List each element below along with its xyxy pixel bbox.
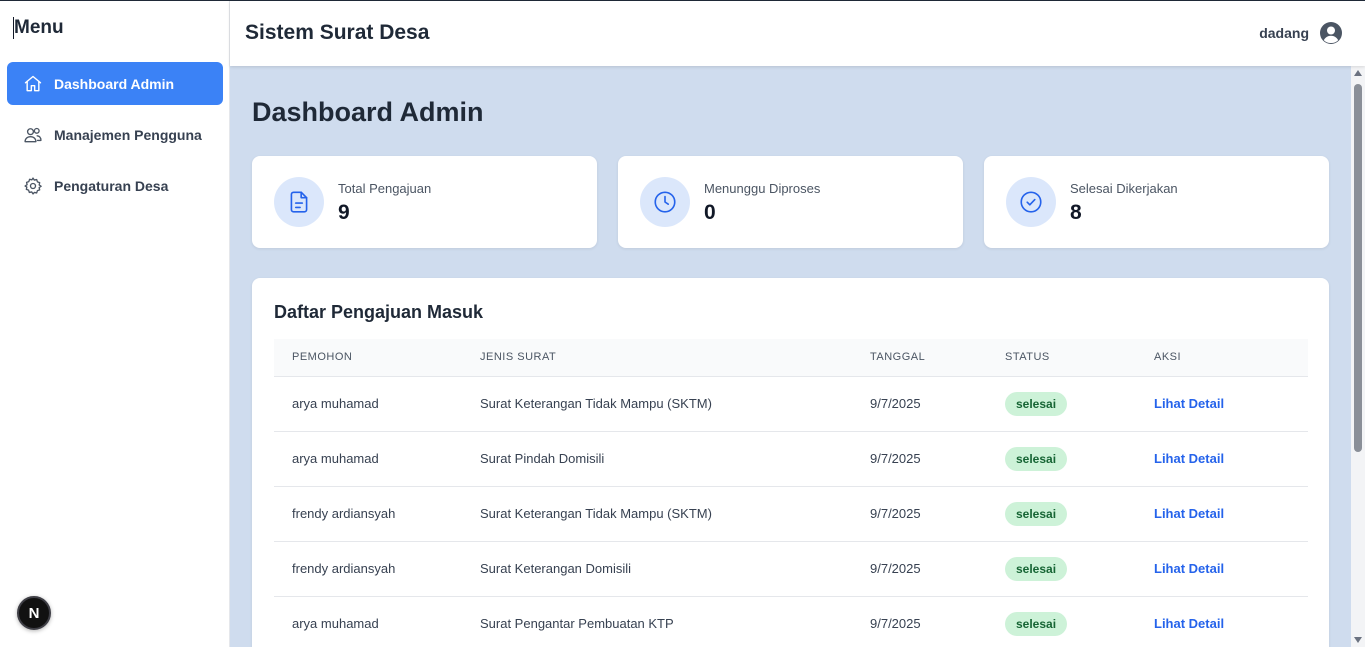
status-badge: selesai bbox=[1005, 501, 1068, 526]
table-header-row: PEMOHON JENIS SURAT TANGGAL STATUS AKSI bbox=[274, 339, 1308, 377]
stat-label: Total Pengajuan bbox=[338, 181, 432, 196]
stats-row: Total Pengajuan 9 Menunggu Diproses 0 Se… bbox=[252, 156, 1329, 248]
stat-card-menunggu-diproses: Menunggu Diproses 0 bbox=[618, 156, 963, 248]
username-label: dadang bbox=[1259, 25, 1309, 41]
cell-tanggal: 9/7/2025 bbox=[870, 541, 1005, 597]
cell-status: selesai bbox=[1005, 376, 1154, 432]
table-row: frendy ardiansyah Surat Keterangan Tidak… bbox=[274, 486, 1308, 542]
cell-status: selesai bbox=[1005, 431, 1154, 487]
cell-pemohon: arya muhamad bbox=[274, 596, 480, 647]
status-badge: selesai bbox=[1005, 446, 1068, 471]
view-detail-link[interactable]: Lihat Detail bbox=[1154, 616, 1224, 631]
cell-status: selesai bbox=[1005, 541, 1154, 597]
column-header-tanggal: TANGGAL bbox=[870, 339, 1005, 377]
submissions-card: Daftar Pengajuan Masuk PEMOHON JENIS SUR… bbox=[252, 278, 1329, 647]
cell-tanggal: 9/7/2025 bbox=[870, 596, 1005, 647]
cell-status: selesai bbox=[1005, 596, 1154, 647]
column-header-status: STATUS bbox=[1005, 339, 1154, 377]
sidebar-item-label: Dashboard Admin bbox=[54, 75, 175, 92]
submissions-table: PEMOHON JENIS SURAT TANGGAL STATUS AKSI … bbox=[274, 339, 1308, 647]
cell-pemohon: arya muhamad bbox=[274, 376, 480, 432]
cell-tanggal: 9/7/2025 bbox=[870, 486, 1005, 542]
table-row: arya muhamad Surat Keterangan Tidak Mamp… bbox=[274, 376, 1308, 432]
stat-label: Selesai Dikerjakan bbox=[1070, 181, 1178, 196]
column-header-aksi: AKSI bbox=[1154, 339, 1308, 377]
cell-aksi: Lihat Detail bbox=[1154, 376, 1308, 432]
page-title: Dashboard Admin bbox=[252, 97, 484, 127]
status-badge: selesai bbox=[1005, 611, 1068, 636]
sidebar-item-dashboard-admin[interactable]: Dashboard Admin bbox=[7, 62, 223, 105]
view-detail-link[interactable]: Lihat Detail bbox=[1154, 506, 1224, 521]
main-scrollbar[interactable] bbox=[1351, 66, 1365, 647]
cell-status: selesai bbox=[1005, 486, 1154, 542]
sidebar-title: Menu bbox=[14, 17, 64, 38]
cell-jenis-surat: Surat Pengantar Pembuatan KTP bbox=[480, 596, 870, 647]
view-detail-link[interactable]: Lihat Detail bbox=[1154, 561, 1224, 576]
column-header-pemohon: PEMOHON bbox=[274, 339, 480, 377]
view-detail-link[interactable]: Lihat Detail bbox=[1154, 451, 1224, 466]
cell-pemohon: frendy ardiansyah bbox=[274, 541, 480, 597]
cell-pemohon: arya muhamad bbox=[274, 431, 480, 487]
clock-icon bbox=[640, 177, 690, 227]
scroll-thumb[interactable] bbox=[1354, 84, 1362, 452]
document-icon bbox=[274, 177, 324, 227]
cell-jenis-surat: Surat Keterangan Tidak Mampu (SKTM) bbox=[480, 376, 870, 432]
stat-value: 8 bbox=[1070, 201, 1082, 224]
sidebar: Menu Dashboard Admin Manajemen Pengguna bbox=[0, 1, 230, 647]
stat-value: 0 bbox=[704, 201, 716, 224]
top-header: Sistem Surat Desa dadang bbox=[230, 1, 1365, 66]
stat-label: Menunggu Diproses bbox=[704, 181, 821, 196]
cell-tanggal: 9/7/2025 bbox=[870, 376, 1005, 432]
cell-aksi: Lihat Detail bbox=[1154, 541, 1308, 597]
cell-tanggal: 9/7/2025 bbox=[870, 431, 1005, 487]
sidebar-item-label: Manajemen Pengguna bbox=[54, 126, 202, 143]
scroll-down-arrow-icon[interactable] bbox=[1354, 637, 1362, 643]
table-title: Daftar Pengajuan Masuk bbox=[274, 302, 484, 322]
gear-icon bbox=[23, 176, 43, 196]
cell-aksi: Lihat Detail bbox=[1154, 596, 1308, 647]
stat-card-total-pengajuan: Total Pengajuan 9 bbox=[252, 156, 597, 248]
dev-tools-badge[interactable]: N bbox=[17, 596, 51, 630]
cell-aksi: Lihat Detail bbox=[1154, 486, 1308, 542]
stat-value: 9 bbox=[338, 201, 350, 224]
column-header-jenis-surat: JENIS SURAT bbox=[480, 339, 870, 377]
cell-jenis-surat: Surat Pindah Domisili bbox=[480, 431, 870, 487]
table-row: arya muhamad Surat Pindah Domisili 9/7/2… bbox=[274, 431, 1308, 487]
app-title: Sistem Surat Desa bbox=[245, 21, 430, 44]
sidebar-item-pengaturan-desa[interactable]: Pengaturan Desa bbox=[7, 164, 223, 207]
cell-jenis-surat: Surat Keterangan Domisili bbox=[480, 541, 870, 597]
status-badge: selesai bbox=[1005, 556, 1068, 581]
table-row: arya muhamad Surat Pengantar Pembuatan K… bbox=[274, 596, 1308, 647]
users-icon bbox=[23, 125, 43, 145]
user-circle-icon[interactable] bbox=[1319, 21, 1343, 45]
sidebar-item-label: Pengaturan Desa bbox=[54, 177, 169, 194]
user-menu[interactable]: dadang bbox=[1259, 21, 1343, 45]
sidebar-nav: Dashboard Admin Manajemen Pengguna Penga… bbox=[7, 62, 223, 215]
cell-aksi: Lihat Detail bbox=[1154, 431, 1308, 487]
home-icon bbox=[23, 74, 43, 94]
scroll-up-arrow-icon[interactable] bbox=[1354, 70, 1362, 76]
cell-pemohon: frendy ardiansyah bbox=[274, 486, 480, 542]
status-badge: selesai bbox=[1005, 391, 1068, 416]
table-row: frendy ardiansyah Surat Keterangan Domis… bbox=[274, 541, 1308, 597]
view-detail-link[interactable]: Lihat Detail bbox=[1154, 396, 1224, 411]
check-circle-icon bbox=[1006, 177, 1056, 227]
stat-card-selesai-dikerjakan: Selesai Dikerjakan 8 bbox=[984, 156, 1329, 248]
main-content: Dashboard Admin Total Pengajuan 9 Menung… bbox=[230, 66, 1351, 647]
cell-jenis-surat: Surat Keterangan Tidak Mampu (SKTM) bbox=[480, 486, 870, 542]
sidebar-item-manajemen-pengguna[interactable]: Manajemen Pengguna bbox=[7, 113, 223, 156]
